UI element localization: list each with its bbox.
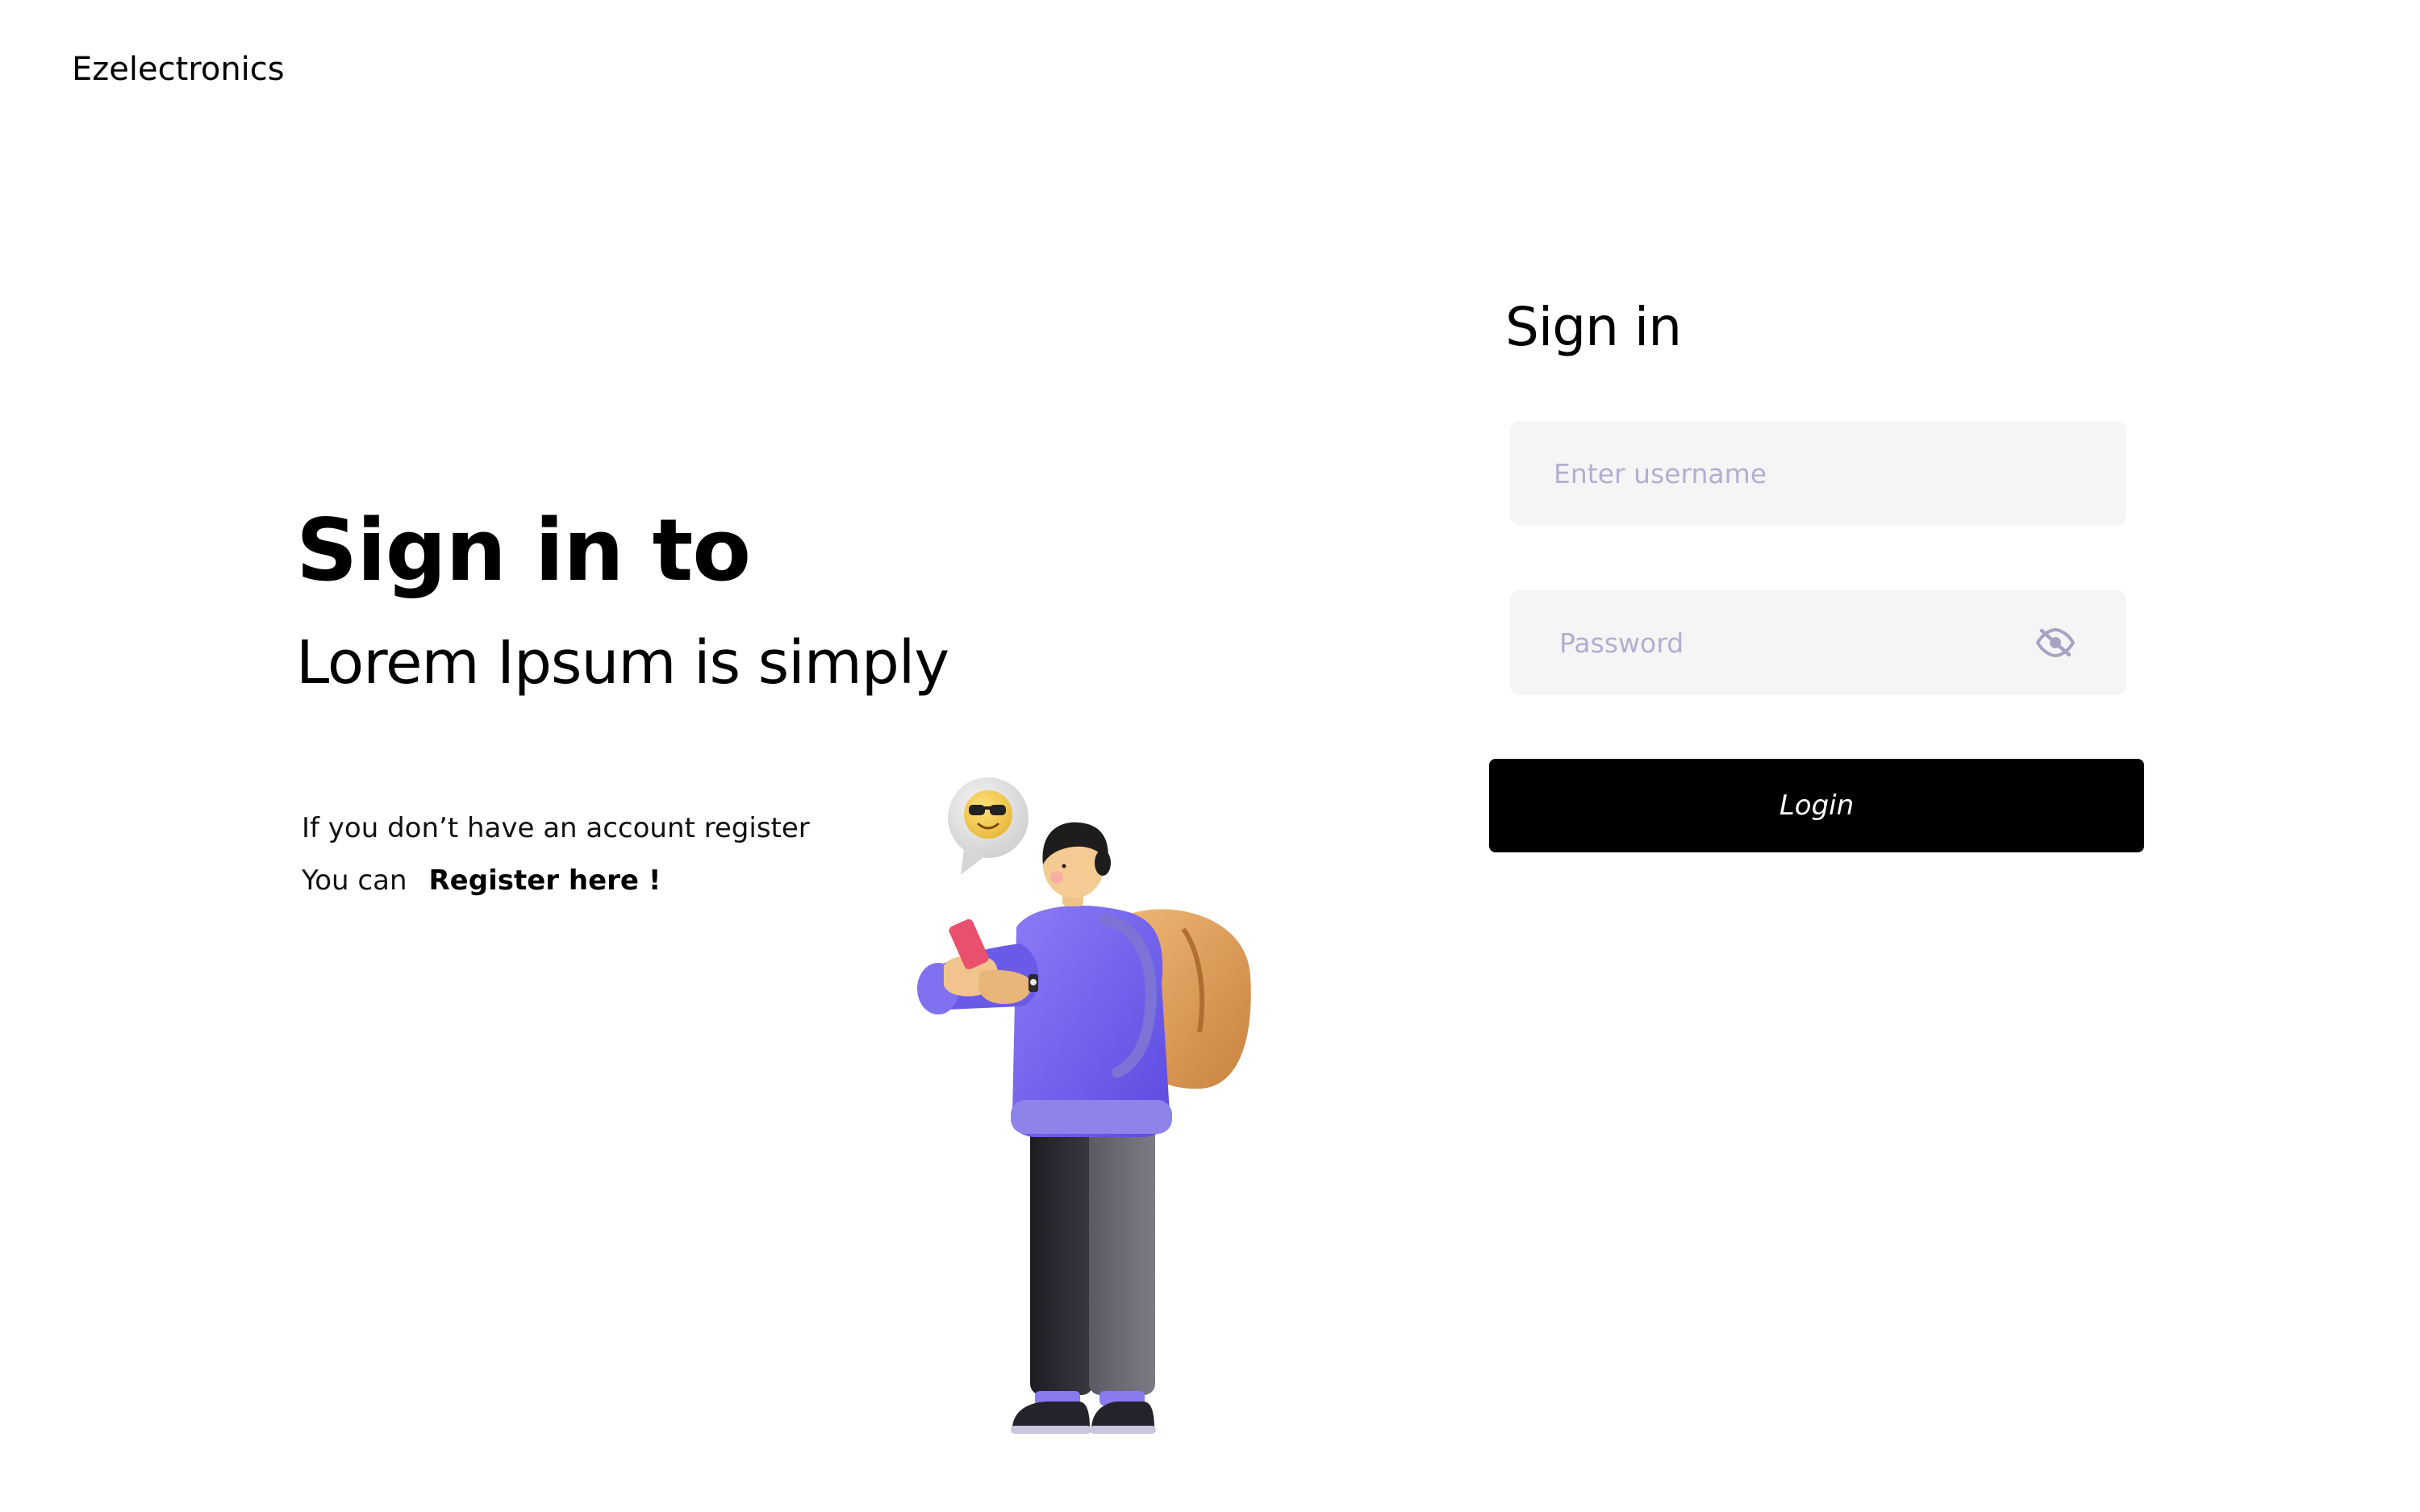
hero-section: Sign in to Lorem Ipsum is simply — [296, 508, 1103, 695]
register-text: If you don’t have an account register — [302, 812, 810, 844]
register-prefix: You can — [302, 864, 407, 897]
register-link[interactable]: Register here ! — [429, 867, 661, 894]
character-illustration — [917, 777, 1251, 1434]
signin-heading: Sign in — [1505, 296, 1682, 358]
eye-slash-icon[interactable] — [2034, 627, 2076, 659]
username-field-wrapper — [1510, 421, 2126, 526]
register-line: You can Register here ! — [302, 867, 810, 894]
chat-bubble-icon — [948, 777, 1028, 875]
brand-logo[interactable]: Ezelectronics — [72, 53, 285, 85]
username-input[interactable] — [1510, 421, 2126, 526]
password-field-wrapper — [1510, 590, 2126, 695]
login-button[interactable]: Login — [1489, 759, 2144, 852]
register-prompt: If you don’t have an account register Yo… — [302, 814, 810, 894]
hero-title: Sign in to — [296, 501, 751, 600]
hero-subtitle: Lorem Ipsum is simply — [296, 628, 949, 698]
